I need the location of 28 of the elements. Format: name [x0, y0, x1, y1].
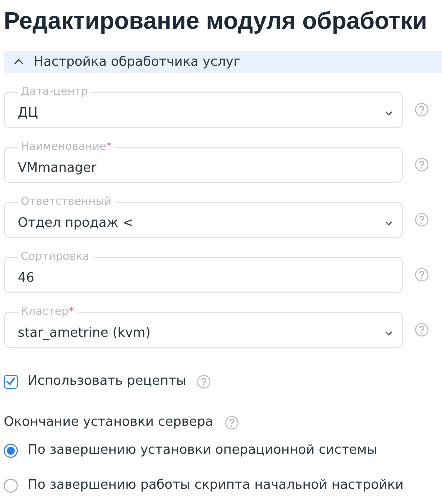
radio-button[interactable]	[4, 444, 18, 458]
radio-label[interactable]: По завершению работы скрипта начальной настройки	[28, 478, 404, 493]
checkbox-label[interactable]: Использовать рецепты	[28, 374, 187, 389]
field-label: Кластер*	[18, 305, 78, 319]
chevron-icon	[385, 220, 393, 226]
checkbox[interactable]	[4, 374, 18, 388]
help-icon[interactable]	[415, 268, 429, 282]
page-title: Редактирование модуля обработки	[4, 8, 428, 36]
chevron-icon	[385, 110, 393, 116]
help-icon[interactable]	[225, 416, 240, 430]
help-icon[interactable]	[415, 103, 429, 117]
field-label: Дата-центр	[18, 85, 92, 99]
section-header[interactable]: Настройка обработчика услуг	[4, 51, 442, 73]
select-field[interactable]: Ответственный Отдел продаж <	[4, 194, 403, 238]
group-label: Окончание установки сервера	[4, 415, 214, 430]
help-icon[interactable]	[415, 213, 429, 227]
help-icon[interactable]	[415, 323, 429, 337]
select-field[interactable]: Кластер* star_ametrine (kvm)	[4, 304, 403, 348]
input-field[interactable]: Наименование* VMmanager	[4, 139, 403, 183]
radio-button[interactable]	[4, 478, 18, 492]
chevron-icon	[385, 330, 393, 336]
help-icon[interactable]	[415, 158, 429, 172]
help-icon[interactable]	[196, 374, 211, 388]
input-field[interactable]: Сортировка 46	[4, 249, 403, 293]
select-field[interactable]: Дата-центр ДЦ	[4, 84, 403, 128]
radio-label[interactable]: По завершению установки операционной системы	[28, 443, 378, 458]
field-label: Сортировка	[18, 250, 94, 264]
caret-icon	[14, 59, 24, 65]
